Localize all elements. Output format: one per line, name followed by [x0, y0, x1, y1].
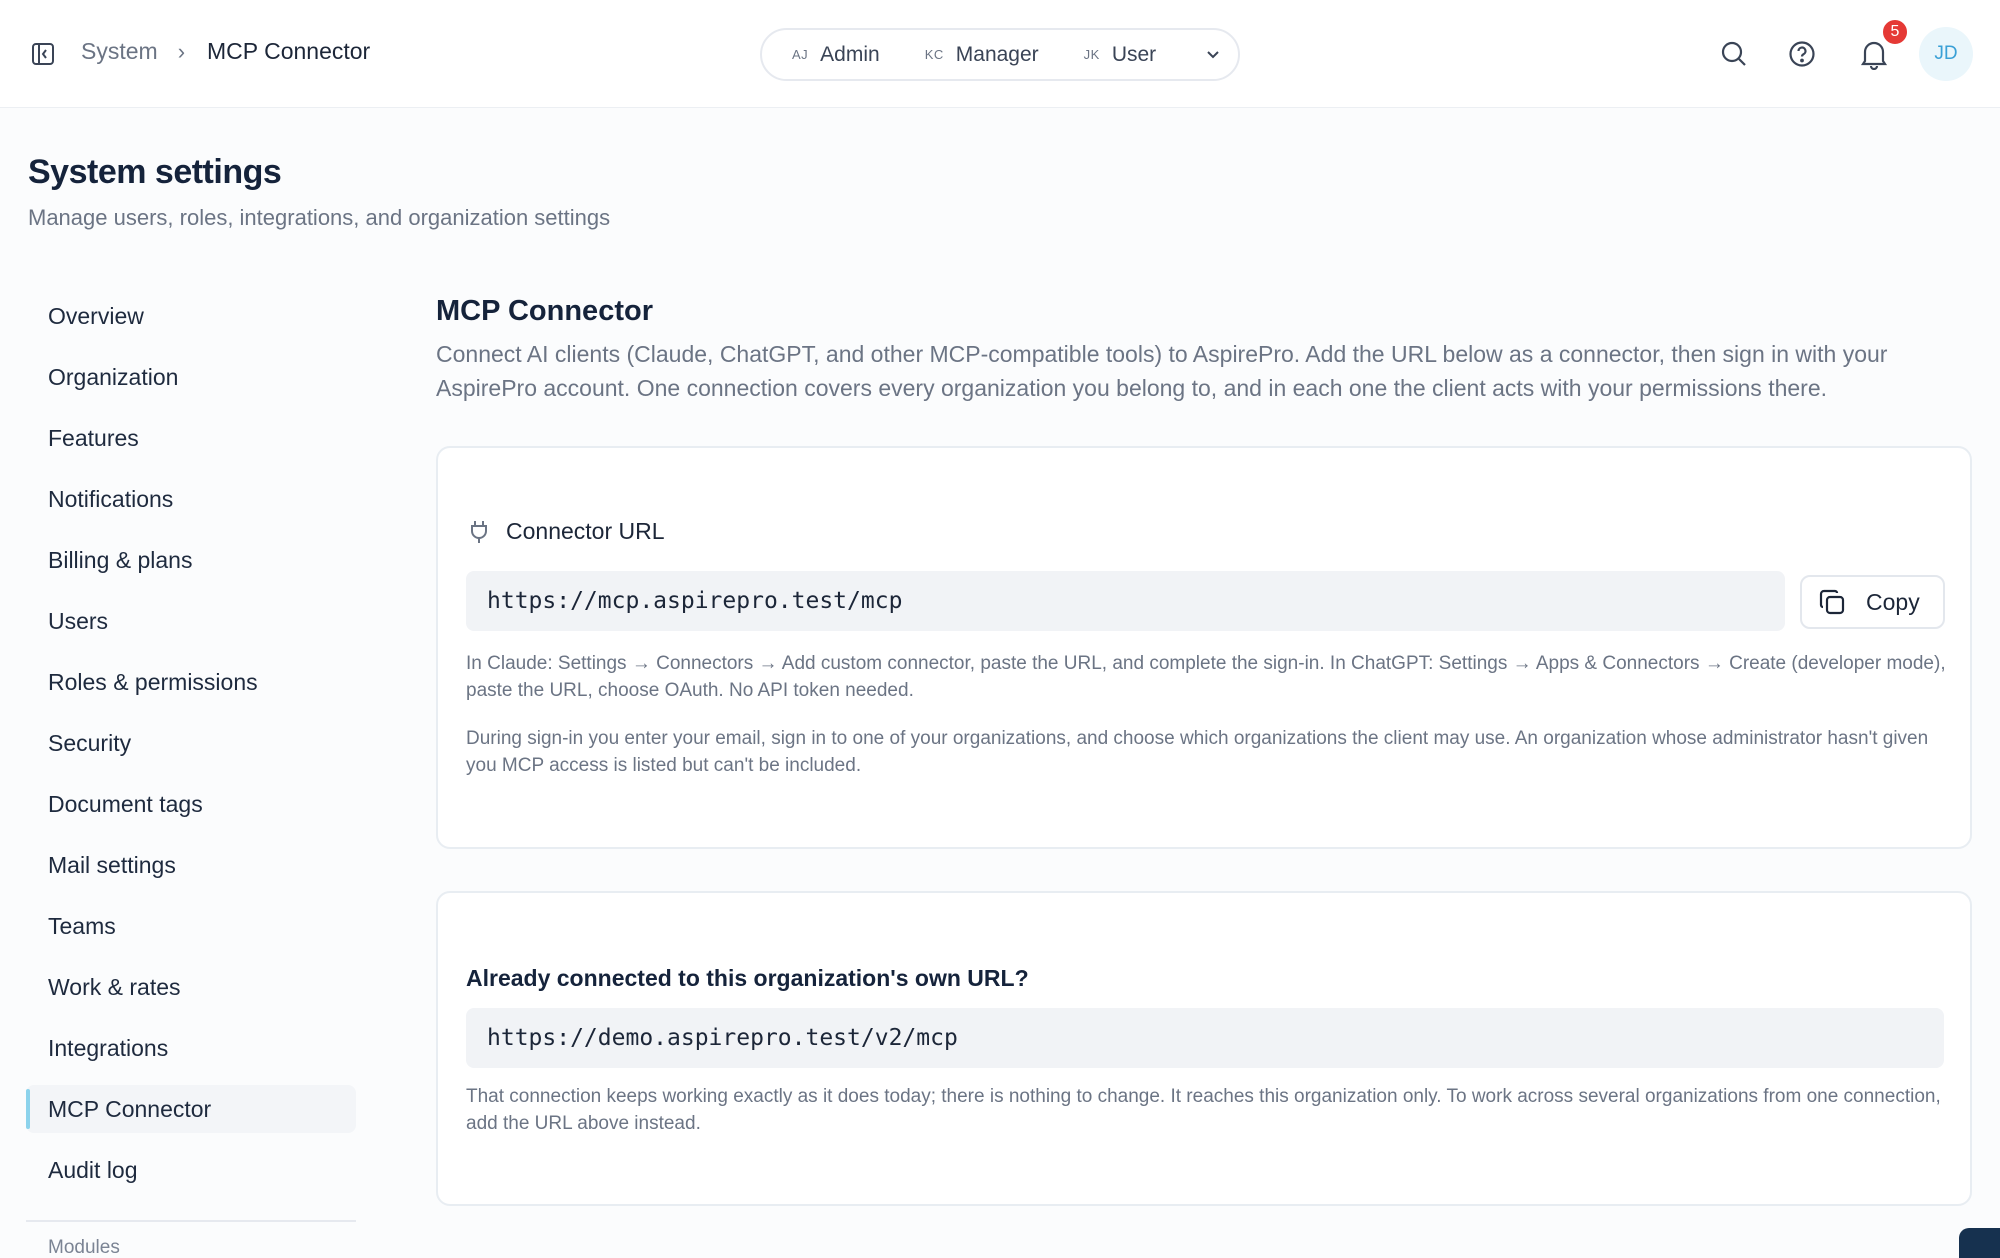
connector-url-card: Connector URL https://mcp.aspirepro.test…	[436, 446, 1972, 849]
connector-url-header: Connector URL	[468, 518, 665, 545]
assistant-launcher[interactable]	[1959, 1228, 2000, 1258]
nav-item-teams[interactable]: Teams	[26, 902, 356, 950]
page-subtitle: Manage users, roles, integrations, and o…	[28, 205, 611, 230]
role-initials: AJ	[792, 47, 809, 62]
copy-label: Copy	[1866, 588, 1920, 615]
connector-url-heading: Connector URL	[506, 518, 665, 544]
nav-item-document-tags[interactable]: Document tags	[26, 780, 356, 828]
role-label: Admin	[820, 42, 880, 66]
nav-item-work-rates[interactable]: Work & rates	[26, 963, 356, 1011]
nav-item-audit-log[interactable]: Audit log	[26, 1146, 356, 1194]
nav-item-billing[interactable]: Billing & plans	[26, 536, 356, 584]
section-description: Connect AI clients (Claude, ChatGPT, and…	[436, 341, 1888, 401]
plug-icon	[468, 519, 490, 545]
connector-signin-text: During sign-in you enter your email, sig…	[466, 728, 1929, 776]
nav-item-overview[interactable]: Overview	[26, 292, 356, 340]
avatar[interactable]: JD	[1919, 27, 1973, 81]
settings-nav: Overview Organization Features Notificat…	[26, 292, 356, 1207]
role-label: User	[1111, 42, 1157, 66]
nav-item-roles[interactable]: Roles & permissions	[26, 658, 356, 706]
connector-help-text: In Claude: Settings → Connectors → Add c…	[466, 653, 1946, 701]
nav-item-mcp-connector[interactable]: MCP Connector	[26, 1085, 356, 1133]
copy-button[interactable]: Copy	[1800, 575, 1945, 629]
nav-item-notifications[interactable]: Notifications	[26, 475, 356, 523]
connector-url-field[interactable]: https://mcp.aspirepro.test/mcp	[466, 571, 1785, 631]
nav-item-security[interactable]: Security	[26, 719, 356, 767]
role-option-user[interactable]: JK User	[1084, 43, 1157, 67]
help-icon[interactable]	[1788, 40, 1816, 68]
role-label: Manager	[955, 42, 1039, 66]
search-icon[interactable]	[1720, 40, 1748, 68]
legacy-url-heading: Already connected to this organization's…	[466, 965, 1029, 991]
nav-item-features[interactable]: Features	[26, 414, 356, 462]
nav-item-mail-settings[interactable]: Mail settings	[26, 841, 356, 889]
section-title: MCP Connector	[436, 295, 653, 327]
nav-section-modules: Modules	[48, 1237, 120, 1258]
notification-badge: 5	[1881, 18, 1909, 46]
nav-item-integrations[interactable]: Integrations	[26, 1024, 356, 1072]
breadcrumb-separator: ›	[177, 38, 186, 64]
breadcrumb: System › MCP Connector	[81, 38, 370, 65]
nav-divider	[26, 1220, 356, 1222]
breadcrumb-system-link[interactable]: System	[81, 38, 158, 65]
chevron-down-icon[interactable]	[1203, 45, 1223, 65]
role-switcher[interactable]: AJ Admin KC Manager JK User	[760, 28, 1240, 81]
role-option-admin[interactable]: AJ Admin	[792, 43, 880, 67]
role-initials: KC	[924, 47, 944, 62]
nav-item-users[interactable]: Users	[26, 597, 356, 645]
sidebar-toggle-icon[interactable]	[31, 42, 55, 66]
role-option-manager[interactable]: KC Manager	[925, 43, 1039, 67]
legacy-url-card: Already connected to this organization's…	[436, 891, 1972, 1206]
breadcrumb-current: MCP Connector	[207, 38, 371, 64]
bell-icon[interactable]	[1859, 38, 1888, 71]
copy-icon	[1818, 588, 1846, 616]
role-initials: JK	[1083, 47, 1100, 62]
legacy-help-text: That connection keeps working exactly as…	[466, 1086, 1941, 1134]
nav-item-organization[interactable]: Organization	[26, 353, 356, 401]
page-title: System settings	[28, 153, 282, 191]
legacy-url-field[interactable]: https://demo.aspirepro.test/v2/mcp	[466, 1008, 1944, 1068]
top-bar: System › MCP Connector AJ Admin KC Manag…	[0, 0, 2000, 108]
